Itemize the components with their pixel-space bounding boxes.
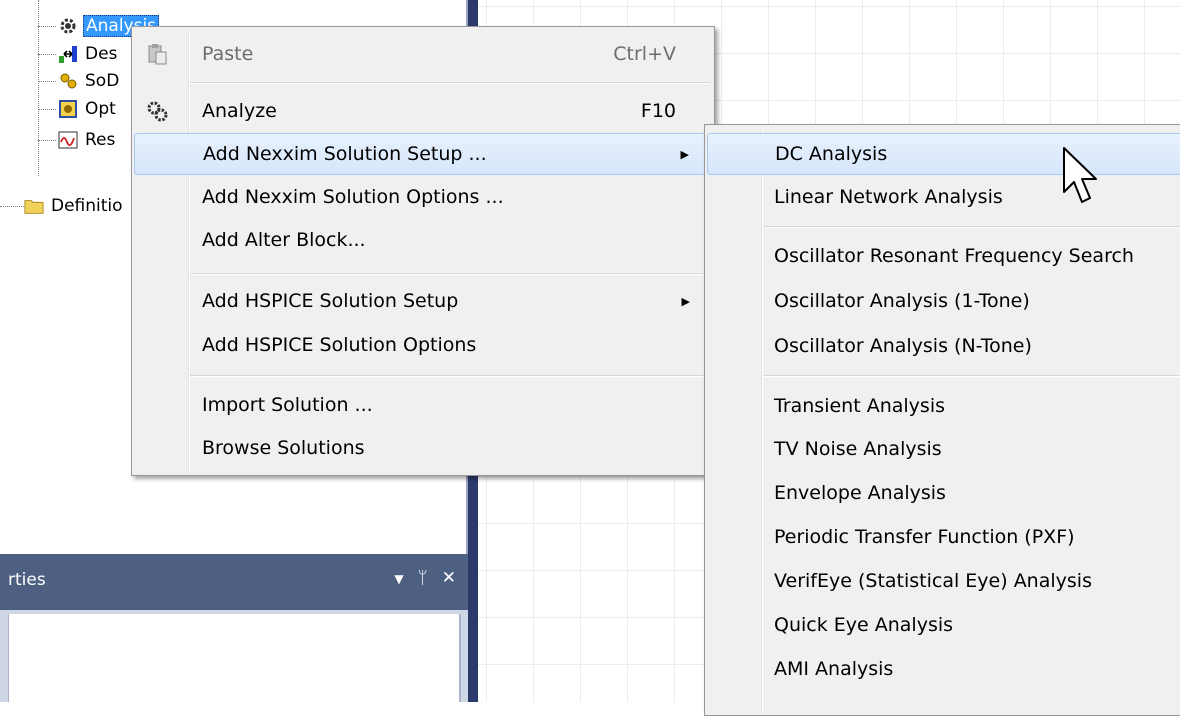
properties-header: rties ▼ ᛘ ✕ (0, 554, 468, 610)
submenu-item-dc-analysis[interactable]: DC Analysis (707, 133, 1180, 175)
dropdown-icon[interactable]: ▼ (394, 568, 403, 588)
submenu-item-periodic-transfer-function[interactable]: Periodic Transfer Function (PXF) (707, 516, 1180, 558)
menu-item-label: Oscillator Analysis (N-Tone) (774, 335, 1032, 357)
properties-body (8, 614, 461, 702)
menu-item-add-nexxim-solution-options[interactable]: Add Nexxim Solution Options ... (134, 176, 712, 218)
submenu-arrow-icon: ▶ (681, 294, 690, 308)
results-icon (58, 130, 78, 150)
submenu-item-tv-noise-analysis[interactable]: TV Noise Analysis (707, 428, 1180, 470)
menu-item-label: Add Nexxim Solution Options ... (202, 186, 504, 208)
tree-item-design[interactable]: Des (58, 40, 119, 68)
menu-item-label: Envelope Analysis (774, 482, 946, 504)
tree-connector (38, 81, 56, 82)
tree-item-label: SoD (85, 71, 120, 91)
tree-item-label: Definitio (51, 196, 123, 216)
submenu-item-linear-network-analysis[interactable]: Linear Network Analysis (707, 176, 1180, 218)
menu-item-label: VerifEye (Statistical Eye) Analysis (774, 570, 1092, 592)
tree-item-sod[interactable]: SoD (58, 67, 121, 95)
menu-separator (763, 375, 1180, 377)
submenu-item-oscillator-resonant-frequency-search[interactable]: Oscillator Resonant Frequency Search (707, 235, 1180, 277)
tree-connector (38, 140, 56, 141)
submenu-item-transient-analysis[interactable]: Transient Analysis (707, 385, 1180, 427)
submenu-item-verifeye-analysis[interactable]: VerifEye (Statistical Eye) Analysis (707, 560, 1180, 602)
gears-icon (58, 71, 78, 91)
submenu-item-oscillator-analysis-1-tone[interactable]: Oscillator Analysis (1-Tone) (707, 280, 1180, 322)
menu-item-label: Add HSPICE Solution Setup (202, 290, 459, 312)
tree-connector (38, 109, 56, 110)
design-icon (58, 44, 78, 64)
menu-item-analyze[interactable]: Analyze F10 (134, 90, 712, 132)
tree-connector (38, 26, 56, 27)
properties-panel: rties ▼ ᛘ ✕ (0, 554, 468, 702)
menu-item-import-solution[interactable]: Import Solution ... (134, 384, 712, 426)
menu-separator (190, 273, 710, 275)
menu-item-label: DC Analysis (775, 143, 888, 165)
menu-item-label: Analyze (202, 100, 277, 122)
menu-item-paste[interactable]: Paste Ctrl+V (134, 33, 712, 75)
menu-item-add-hspice-solution-setup[interactable]: Add HSPICE Solution Setup ▶ (134, 280, 712, 322)
menu-item-label: Import Solution ... (202, 394, 373, 416)
close-icon[interactable]: ✕ (442, 568, 456, 588)
tree-item-optimetrics[interactable]: Opt (58, 95, 118, 123)
menu-item-label: Oscillator Resonant Frequency Search (774, 245, 1134, 267)
menu-item-label: Add Alter Block... (202, 229, 366, 251)
menu-item-label: AMI Analysis (774, 658, 894, 680)
menu-item-shortcut: Ctrl+V (613, 43, 676, 65)
menu-separator (763, 226, 1180, 228)
properties-title: rties (8, 570, 46, 590)
menu-item-label: Quick Eye Analysis (774, 614, 954, 636)
menu-item-add-hspice-solution-options[interactable]: Add HSPICE Solution Options (134, 324, 712, 366)
submenu-item-oscillator-analysis-n-tone[interactable]: Oscillator Analysis (N-Tone) (707, 325, 1180, 367)
submenu-item-ami-analysis[interactable]: AMI Analysis (707, 648, 1180, 690)
gear-icon (58, 16, 78, 36)
mouse-cursor-icon (1063, 147, 1097, 203)
tree-item-label: Res (85, 130, 116, 150)
menu-item-label: Add HSPICE Solution Options (202, 334, 477, 356)
nexxim-setup-submenu: DC Analysis Linear Network Analysis Osci… (704, 124, 1180, 716)
menu-item-label: Add Nexxim Solution Setup ... (203, 143, 487, 165)
context-menu: Paste Ctrl+V Analyze F10 Add Nexxim Solu… (131, 26, 715, 476)
tree-connector (38, 54, 56, 55)
tree-item-label: Des (85, 44, 118, 64)
submenu-item-quick-eye-analysis[interactable]: Quick Eye Analysis (707, 604, 1180, 646)
paste-icon (144, 41, 170, 67)
tree-item-results[interactable]: Res (58, 126, 117, 154)
optimetrics-icon (58, 99, 78, 119)
folder-icon (24, 196, 44, 216)
menu-item-label: Transient Analysis (774, 395, 945, 417)
menu-separator (190, 82, 710, 84)
submenu-item-envelope-analysis[interactable]: Envelope Analysis (707, 472, 1180, 514)
analyze-gears-icon (144, 98, 170, 124)
pin-icon[interactable]: ᛘ (418, 568, 428, 588)
menu-item-label: Linear Network Analysis (774, 186, 1003, 208)
tree-connector (0, 206, 24, 207)
menu-item-label: TV Noise Analysis (774, 438, 942, 460)
menu-item-shortcut: F10 (640, 100, 676, 122)
menu-item-add-alter-block[interactable]: Add Alter Block... (134, 219, 712, 261)
menu-item-label: Paste (202, 43, 254, 65)
tree-item-label: Opt (85, 99, 116, 119)
menu-separator (190, 375, 710, 377)
menu-item-label: Periodic Transfer Function (PXF) (774, 526, 1075, 548)
tree-item-definitions[interactable]: Definitio (24, 192, 125, 220)
menu-item-label: Browse Solutions (202, 437, 365, 459)
menu-item-browse-solutions[interactable]: Browse Solutions (134, 427, 712, 469)
submenu-arrow-icon: ▶ (680, 147, 689, 161)
menu-item-add-nexxim-solution-setup[interactable]: Add Nexxim Solution Setup ... ▶ (134, 133, 712, 175)
menu-item-label: Oscillator Analysis (1-Tone) (774, 290, 1030, 312)
